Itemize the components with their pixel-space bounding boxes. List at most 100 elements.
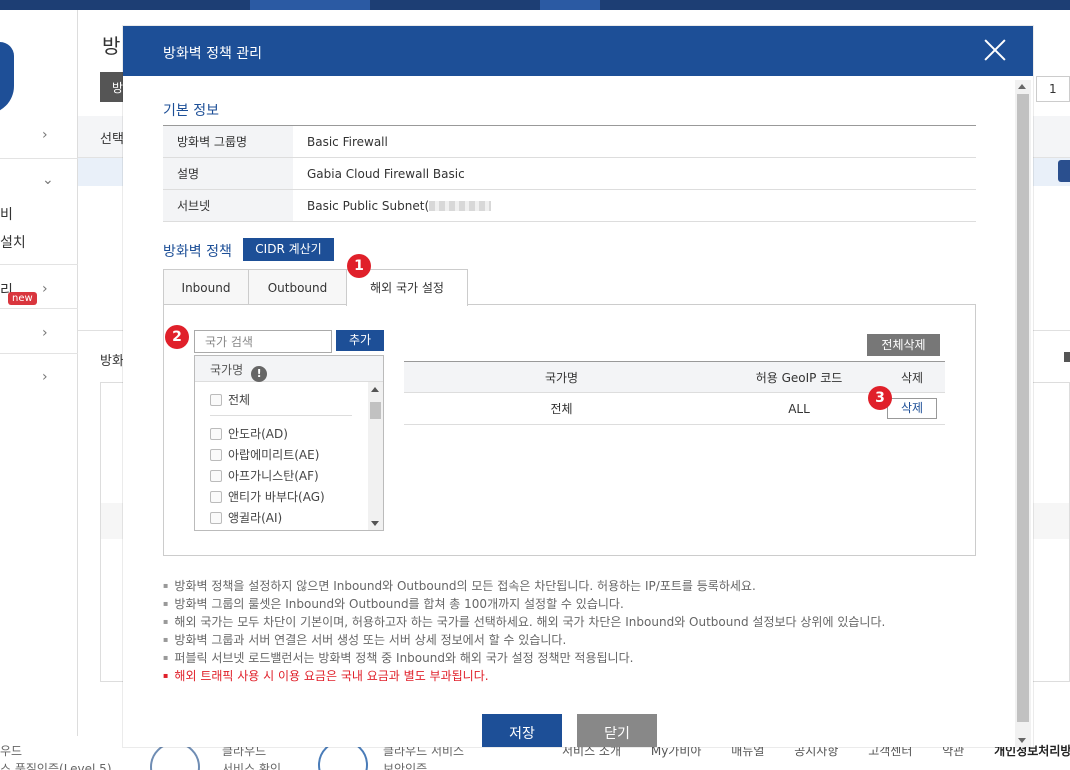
table-row: 설명 Gabia Cloud Firewall Basic (163, 157, 976, 190)
checkbox[interactable] (210, 512, 222, 524)
country-label: 전체 (228, 393, 251, 407)
scroll-up-arrow-icon[interactable] (371, 387, 379, 392)
side-tab-button[interactable] (1058, 160, 1070, 182)
chevron-right-icon[interactable]: › (42, 325, 48, 341)
basic-info-title: 기본 정보 (163, 103, 219, 119)
top-bar-segment (540, 0, 600, 10)
info-label: 서브넷 (163, 189, 293, 222)
firewall-policy-modal: 방화벽 정책 관리 기본 정보 방화벽 그룹명 Basic Firewall 설… (123, 26, 1033, 747)
country-label: 앤티가 바부다(AG) (228, 490, 325, 504)
table-header-row: 국가명 허용 GeoIP 코드 삭제 (404, 361, 945, 393)
step-badge: 1 (347, 254, 371, 278)
chevron-down-icon[interactable]: ⌄ (42, 172, 54, 188)
redacted-text (429, 201, 492, 211)
info-value: Basic Firewall (293, 125, 976, 158)
checkbox[interactable] (210, 449, 222, 461)
divider (0, 158, 78, 159)
collapse-icon[interactable] (1064, 352, 1070, 362)
save-button[interactable]: 저장 (482, 714, 562, 747)
scroll-thumb[interactable] (370, 402, 381, 419)
delete-row-button[interactable]: 삭제 (887, 398, 937, 419)
info-value: Gabia Cloud Firewall Basic (293, 157, 976, 190)
country-label: 안도라(AD) (228, 427, 288, 441)
country-item-all[interactable]: 전체 (210, 391, 250, 408)
country-item[interactable]: 앤티가 바부다(AG) (210, 488, 325, 505)
country-label: 앵귈라(AI) (228, 511, 283, 525)
add-country-button[interactable]: 추가 (336, 330, 384, 351)
divider (210, 415, 352, 416)
info-value-cell: Basic Public Subnet( (293, 189, 976, 222)
checkbox[interactable] (210, 491, 222, 503)
top-bar-segment (250, 0, 370, 10)
column-header: 삭제 (879, 361, 945, 393)
modal-scrollbar[interactable] (1015, 80, 1031, 747)
sidebar-item-label[interactable]: 설치 (0, 232, 26, 252)
pager-input[interactable]: 1 (1036, 76, 1070, 102)
scroll-down-arrow-icon[interactable] (1018, 738, 1026, 743)
column-header: 허용 GeoIP 코드 (719, 361, 879, 393)
step-badge: 2 (165, 325, 189, 349)
country-list-scrollbar[interactable] (368, 382, 383, 530)
shield-logo-icon (0, 42, 14, 114)
country-label: 아프가니스탄(AF) (228, 469, 319, 483)
country-label: 아랍에미리트(AE) (228, 448, 320, 462)
country-list-header: 국가명! (195, 356, 383, 382)
close-button[interactable]: 닫기 (577, 714, 657, 747)
modal-header: 방화벽 정책 관리 (123, 26, 1033, 76)
note-item: 방화벽 정책을 설정하지 않으면 Inbound와 Outbound의 모든 접… (163, 577, 983, 595)
country-item[interactable]: 안도라(AD) (210, 425, 288, 442)
footer-text: 서비스 확인 (222, 762, 282, 770)
footer-text: 보안인증 (383, 762, 428, 770)
country-list: 국가명! 전체 안도라(AD) 아랍에미리트(AE) 아프가니스탄(AF) 앤티… (194, 355, 384, 531)
info-label: 방화벽 그룹명 (163, 125, 293, 158)
note-item: 퍼블릭 서브넷 로드밸런서는 방화벽 정책 중 Inbound와 해외 국가 설… (163, 649, 983, 667)
column-header: 국가명 (404, 361, 719, 393)
basic-info-table: 방화벽 그룹명 Basic Firewall 설명 Gabia Cloud Fi… (163, 125, 976, 222)
country-cell: 전체 (404, 392, 719, 425)
country-item[interactable]: 아프가니스탄(AF) (210, 467, 319, 484)
chevron-right-icon[interactable]: › (42, 281, 48, 297)
sidebar-item-label[interactable]: 비 (0, 204, 13, 224)
info-label: 설명 (163, 157, 293, 190)
chevron-right-icon[interactable]: › (42, 369, 48, 385)
subnet-value: Basic Public Subnet( (307, 198, 430, 213)
new-badge: new (8, 292, 37, 305)
checkbox[interactable] (210, 394, 222, 406)
close-icon[interactable] (983, 38, 1007, 62)
delete-all-button[interactable]: 전체삭제 (867, 334, 940, 356)
table-row: 전체 ALL 삭제 (404, 392, 945, 425)
scroll-down-arrow-icon[interactable] (371, 521, 379, 526)
note-item: 방화벽 그룹과 서버 연결은 서버 생성 또는 서버 상세 정보에서 할 수 있… (163, 631, 983, 649)
notes-list: 방화벽 정책을 설정하지 않으면 Inbound와 Outbound의 모든 접… (163, 577, 983, 685)
cidr-calculator-button[interactable]: CIDR 계산기 (243, 238, 334, 261)
divider (0, 264, 78, 265)
country-search-input[interactable] (194, 330, 332, 353)
country-item[interactable]: 앵귈라(AI) (210, 509, 282, 526)
note-item-highlight: 해외 트래픽 사용 시 이용 요금은 국내 요금과 별도 부과됩니다. (163, 667, 983, 685)
scroll-up-arrow-icon[interactable] (1018, 84, 1026, 89)
step-badge: 3 (868, 386, 892, 410)
strip-label: 선택 (100, 132, 124, 147)
allowed-country-table: 국가명 허용 GeoIP 코드 삭제 전체 ALL 삭제 (404, 361, 945, 425)
modal-title: 방화벽 정책 관리 (163, 46, 263, 62)
country-item[interactable]: 아랍에미리트(AE) (210, 446, 319, 463)
policy-title: 방화벽 정책 (163, 244, 232, 260)
tab-inbound[interactable]: Inbound (163, 269, 249, 305)
page-tab-button[interactable]: 방 (100, 72, 124, 102)
footer-text: 스 품질인증(Level 5) (0, 762, 112, 770)
page-title: 방 (102, 34, 121, 58)
chevron-right-icon[interactable]: › (42, 127, 48, 143)
note-item: 해외 국가는 모두 차단이 기본이며, 허용하고자 하는 국가를 선택하세요. … (163, 613, 983, 631)
checkbox[interactable] (210, 470, 222, 482)
section-label: 방화 (100, 354, 124, 369)
note-item: 방화벽 그룹의 룰셋은 Inbound와 Outbound를 합쳐 총 100개… (163, 595, 983, 613)
scroll-thumb[interactable] (1017, 94, 1029, 722)
checkbox[interactable] (210, 428, 222, 440)
footer-text: 우드 (0, 744, 23, 758)
divider (0, 353, 78, 354)
country-list-header-label: 국가명 (210, 363, 244, 377)
geoip-cell: ALL (719, 392, 879, 425)
info-icon[interactable]: ! (251, 366, 268, 382)
tab-outbound[interactable]: Outbound (248, 269, 347, 305)
sidebar: › ⌄ 비 설치 리 new › › › (0, 10, 78, 770)
